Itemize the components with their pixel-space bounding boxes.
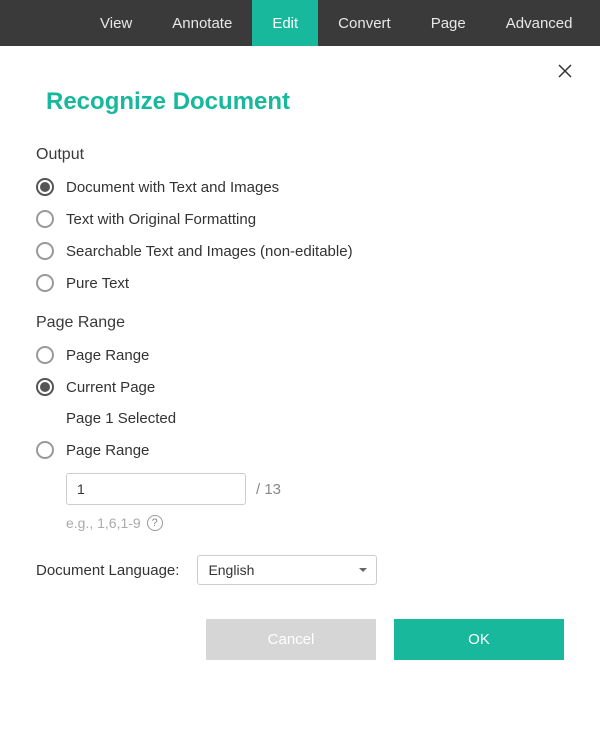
output-option-pure-text[interactable]: Pure Text	[36, 274, 564, 292]
menubar-item-edit[interactable]: Edit	[252, 0, 318, 46]
radio-icon	[36, 346, 54, 364]
document-language-row: Document Language: English	[36, 555, 564, 585]
radio-label: Page Range	[66, 347, 149, 364]
radio-label: Pure Text	[66, 275, 129, 292]
menubar-item-annotate[interactable]: Annotate	[152, 0, 252, 46]
cancel-button[interactable]: Cancel	[206, 619, 376, 660]
radio-icon	[36, 441, 54, 459]
menubar-item-advanced[interactable]: Advanced	[486, 0, 593, 46]
page-range-hint-text: e.g., 1,6,1-9	[66, 515, 141, 531]
output-radio-group: Document with Text and Images Text with …	[36, 178, 564, 292]
current-page-selected-label: Page 1 Selected	[66, 410, 564, 427]
radio-label: Searchable Text and Images (non-editable…	[66, 243, 353, 260]
radio-icon	[36, 242, 54, 260]
radio-label: Document with Text and Images	[66, 179, 279, 196]
radio-icon	[36, 274, 54, 292]
page-range-option-custom[interactable]: Page Range	[36, 441, 564, 459]
page-range-input[interactable]	[66, 473, 246, 505]
dialog-button-row: Cancel OK	[36, 619, 564, 660]
document-language-label: Document Language:	[36, 562, 179, 579]
radio-icon	[36, 178, 54, 196]
radio-label: Text with Original Formatting	[66, 211, 256, 228]
ok-button[interactable]: OK	[394, 619, 564, 660]
document-language-value: English	[208, 562, 254, 578]
page-range-section-label: Page Range	[36, 314, 564, 332]
output-option-searchable-text-images[interactable]: Searchable Text and Images (non-editable…	[36, 242, 564, 260]
document-language-select[interactable]: English	[197, 555, 377, 585]
radio-icon	[36, 210, 54, 228]
menubar-item-view[interactable]: View	[80, 0, 152, 46]
menubar: View Annotate Edit Convert Page Advanced	[0, 0, 600, 46]
page-range-input-row: / 13	[66, 473, 564, 505]
page-range-option-current[interactable]: Current Page	[36, 378, 564, 396]
page-range-radio-group: Page Range Current Page Page 1 Selected …	[36, 346, 564, 531]
radio-icon	[36, 378, 54, 396]
total-pages-label: / 13	[256, 481, 281, 498]
dialog-title: Recognize Document	[46, 88, 564, 116]
radio-label: Current Page	[66, 379, 155, 396]
output-section-label: Output	[36, 146, 564, 164]
page-range-option-all[interactable]: Page Range	[36, 346, 564, 364]
page-range-hint-row: e.g., 1,6,1-9 ?	[66, 515, 564, 531]
output-option-text-original-formatting[interactable]: Text with Original Formatting	[36, 210, 564, 228]
menubar-item-page[interactable]: Page	[411, 0, 486, 46]
recognize-document-dialog: Recognize Document Output Document with …	[0, 46, 600, 680]
help-icon[interactable]: ?	[147, 515, 163, 531]
radio-label: Page Range	[66, 442, 149, 459]
close-icon[interactable]	[558, 64, 574, 80]
output-option-document-text-images[interactable]: Document with Text and Images	[36, 178, 564, 196]
menubar-item-convert[interactable]: Convert	[318, 0, 411, 46]
